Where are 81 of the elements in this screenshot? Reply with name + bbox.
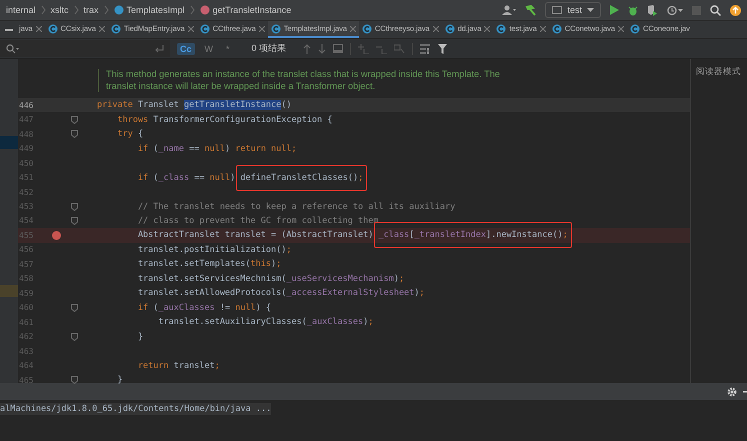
search-result-count: 0 项结果 bbox=[252, 42, 286, 55]
close-icon[interactable] bbox=[258, 26, 265, 32]
class-icon bbox=[444, 24, 455, 34]
run-configuration-dropdown[interactable]: test bbox=[545, 2, 601, 18]
window-icon bbox=[552, 6, 562, 14]
hammer-icon[interactable] bbox=[525, 4, 536, 16]
caret-icon bbox=[587, 8, 594, 12]
filter-icon[interactable] bbox=[438, 44, 448, 54]
console-output: alMachines/jdk1.8.0_65.jdk/Contents/Home/bin/java ... bbox=[0, 403, 272, 415]
clock-icon[interactable] bbox=[667, 4, 683, 16]
code-line: // The translet needs to keep a reference to all its auxiliary bbox=[136, 202, 456, 212]
stop-icon[interactable] bbox=[692, 6, 701, 14]
close-icon[interactable] bbox=[484, 26, 490, 32]
close-icon[interactable] bbox=[432, 26, 439, 32]
select-all-icon[interactable] bbox=[394, 44, 406, 54]
up-arrow-icon[interactable] bbox=[303, 44, 312, 54]
close-icon[interactable] bbox=[36, 26, 42, 32]
chevron-icon bbox=[74, 5, 79, 15]
class-icon bbox=[200, 24, 210, 34]
class-icon bbox=[114, 5, 124, 15]
breadcrumb-item[interactable]: xsltc bbox=[50, 5, 69, 15]
close-icon[interactable] bbox=[618, 26, 624, 32]
down-arrow-icon[interactable] bbox=[318, 44, 326, 54]
class-icon bbox=[48, 24, 58, 34]
class-icon bbox=[630, 24, 640, 34]
class-icon bbox=[110, 24, 121, 34]
close-icon[interactable] bbox=[188, 26, 194, 32]
close-icon[interactable] bbox=[540, 26, 546, 32]
chevron-icon bbox=[40, 5, 46, 15]
line-number: 446 bbox=[18, 100, 34, 110]
code-line: } bbox=[116, 375, 123, 386]
fold-icon[interactable] bbox=[71, 332, 78, 341]
code-line: return translet; bbox=[136, 360, 220, 371]
code-line: translet.setAllowedProtocols(_accessExternalStylesheet); bbox=[136, 288, 425, 298]
search-field[interactable] bbox=[0, 40, 170, 57]
update-icon[interactable] bbox=[730, 4, 741, 16]
minimize-icon[interactable] bbox=[743, 390, 747, 392]
chevron-icon bbox=[190, 5, 195, 15]
code-line: if (_class == null) defineTransletClasses(); bbox=[97, 172, 364, 183]
fold-icon[interactable] bbox=[71, 304, 78, 312]
settings-icon[interactable] bbox=[727, 386, 737, 396]
run-icon[interactable] bbox=[610, 5, 619, 15]
code-line: translet.postInitialization(); bbox=[136, 244, 292, 255]
code-line: throws TransformerConfigurationException { bbox=[116, 114, 332, 125]
code-line: translet.setServicesMechnism(_useServicesMechanism); bbox=[136, 274, 404, 284]
window-icon[interactable] bbox=[333, 44, 344, 53]
code-line: } bbox=[136, 332, 144, 342]
close-icon[interactable] bbox=[350, 26, 356, 32]
bug-icon[interactable] bbox=[628, 4, 638, 16]
filter-lines-icon[interactable] bbox=[420, 44, 432, 54]
newline-icon[interactable] bbox=[154, 44, 164, 52]
method-icon bbox=[200, 5, 210, 15]
shield-icon[interactable] bbox=[647, 4, 658, 16]
project-selection-highlight bbox=[0, 136, 18, 149]
code-line: private Translet getTransletInstance() bbox=[97, 100, 292, 110]
project-modified-highlight bbox=[0, 285, 18, 297]
code-line: if (_name == null) return null; bbox=[136, 144, 297, 154]
minus-icon[interactable] bbox=[5, 28, 13, 30]
breadcrumb-item[interactable]: internal bbox=[6, 5, 36, 15]
breadcrumb-item[interactable]: getTransletInstance bbox=[212, 5, 292, 15]
class-icon bbox=[496, 24, 506, 34]
code-line: translet.setTemplates(this); bbox=[136, 259, 282, 270]
close-icon[interactable] bbox=[98, 26, 105, 32]
user-icon[interactable] bbox=[502, 5, 516, 15]
class-icon bbox=[362, 24, 372, 34]
reader-mode-label[interactable]: 阅读器模式 bbox=[696, 66, 741, 78]
fold-icon[interactable] bbox=[71, 376, 78, 384]
class-icon bbox=[552, 24, 562, 34]
class-icon bbox=[270, 24, 281, 34]
code-line: translet.setAuxiliaryClasses(_auxClasses); bbox=[157, 317, 374, 328]
search-icon[interactable] bbox=[710, 4, 721, 16]
code-line: try { bbox=[116, 129, 144, 140]
code-line: AbstractTranslet translet = (AbstractTranslet) _class[_transletIndex].newInstance(); bbox=[97, 230, 568, 240]
search-icon bbox=[6, 44, 19, 54]
breakpoint-icon[interactable] bbox=[52, 230, 61, 240]
breadcrumb-item[interactable]: TemplatesImpl bbox=[126, 5, 185, 15]
code-line: // class to prevent the GC from collecting them bbox=[136, 216, 378, 226]
javadoc-comment: This method generates an instance of the translet class that is wrapped inside this Template. The translet instance will later be wrapped inside a Transformer object. bbox=[98, 69, 690, 92]
chevron-icon bbox=[104, 5, 109, 15]
breadcrumb-item[interactable]: trax bbox=[84, 5, 99, 15]
code-line: if (_auxClasses != null) { bbox=[136, 302, 272, 313]
